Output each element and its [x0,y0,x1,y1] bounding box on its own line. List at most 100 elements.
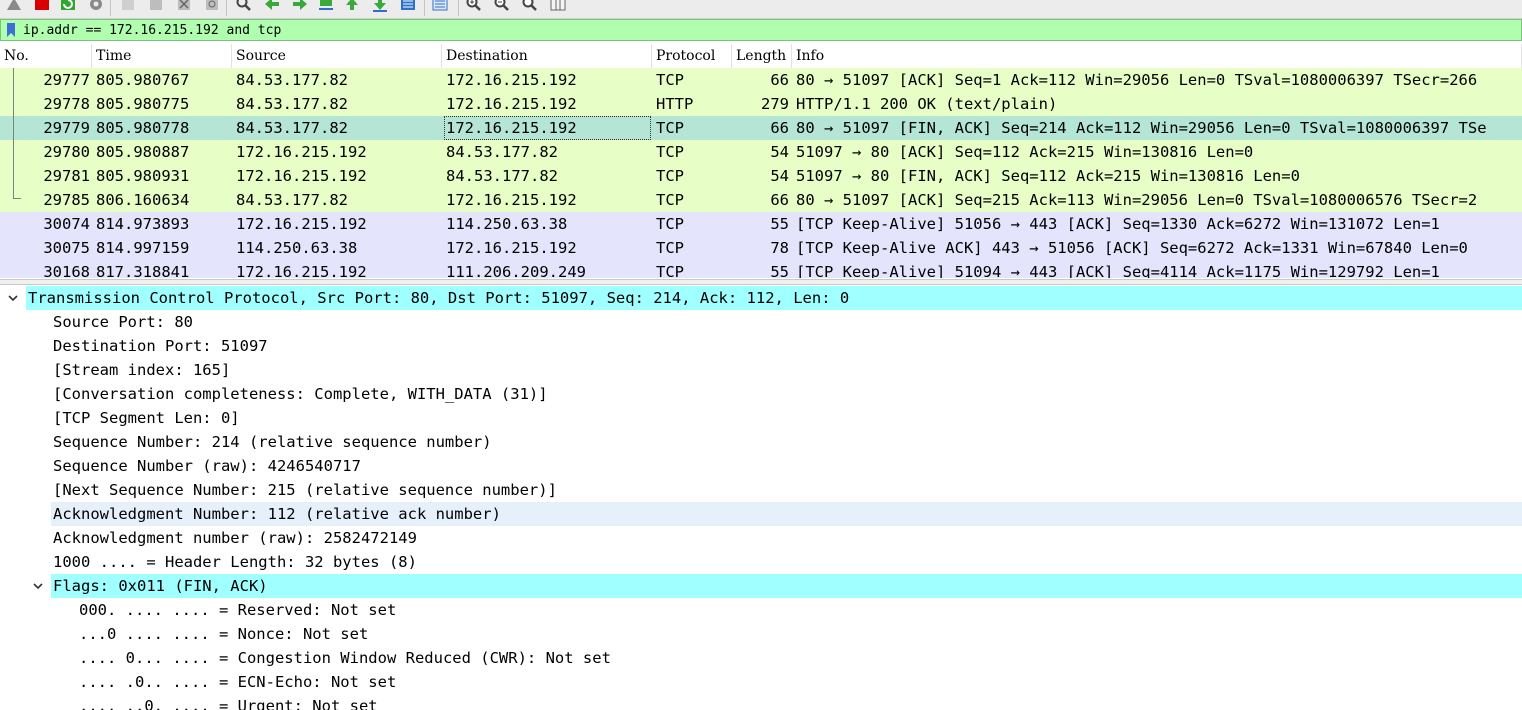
auto-scroll-icon[interactable] [398,0,418,14]
packet-length: 54 [770,143,789,161]
packet-length: 54 [770,167,789,185]
detail-field-text: [Stream index: 165] [53,361,231,379]
pane-splitter[interactable] [0,279,1522,285]
detail-field-text: Sequence Number: 214 (relative sequence … [53,433,492,451]
related-packets-bracket-end [13,198,21,199]
toolbar-separator [110,0,111,16]
detail-tree-field[interactable]: [Next Sequence Number: 215 (relative seq… [0,478,1522,502]
detail-tree-field[interactable]: Acknowledgment number (raw): 2582472149 [0,526,1522,550]
zoom-in-icon[interactable] [464,0,484,14]
packet-length: 78 [770,239,789,257]
detail-tree-field[interactable]: 000. .... .... = Reserved: Not set [0,598,1522,622]
packet-time: 805.980775 [96,95,190,113]
restart-capture-icon[interactable] [58,0,78,14]
detail-field-text: .... .0.. .... = ECN-Echo: Not set [79,673,397,691]
chevron-down-icon[interactable] [6,286,20,310]
column-header-length[interactable]: Length [732,44,792,68]
detail-tree-field[interactable]: Flags: 0x011 (FIN, ACK) [0,574,1522,598]
detail-tree-field[interactable]: ...0 .... .... = Nonce: Not set [0,622,1522,646]
column-header-destination[interactable]: Destination [442,44,652,68]
packet-info: 80 → 51097 [ACK] Seq=215 Ack=113 Win=290… [796,191,1478,209]
packet-info: [TCP Keep-Alive] 51056 → 443 [ACK] Seq=1… [796,215,1440,233]
packet-list: No. Time Source Destination Protocol Length In… [0,44,1522,278]
detail-tree-field[interactable]: [TCP Segment Len: 0] [0,406,1522,430]
display-filter-bar [0,19,1522,41]
detail-tree-field[interactable]: Sequence Number (raw): 4246540717 [0,454,1522,478]
packet-row[interactable]: 30075 814.997159 114.250.63.38 172.16.215.1… [0,236,1522,260]
packet-source: 84.53.177.82 [236,71,348,89]
packet-source: 172.16.215.192 [236,215,367,233]
zoom-normal-icon[interactable] [520,0,540,14]
packet-destination: 172.16.215.192 [446,71,577,89]
detail-tree-field[interactable]: Acknowledgment Number: 112 (relative ack… [0,502,1522,526]
packet-protocol: HTTP [656,95,694,113]
detail-tree-field[interactable]: Source Port: 80 [0,310,1522,334]
packet-row[interactable]: 29778 805.980775 84.53.177.82 172.16.215.19… [0,92,1522,116]
save-file-icon[interactable] [146,0,166,14]
capture-options-icon[interactable] [86,0,106,14]
detail-tree-field[interactable]: .... 0... .... = Congestion Window Reduc… [0,646,1522,670]
packet-row[interactable]: 29780 805.980887 172.16.215.192 84.53.177.8… [0,140,1522,164]
column-header-protocol[interactable]: Protocol [652,44,732,68]
packet-length: 55 [770,215,789,233]
go-to-packet-icon[interactable] [316,0,336,14]
zoom-out-icon[interactable] [492,0,512,14]
detail-tree-field[interactable]: Destination Port: 51097 [0,334,1522,358]
detail-tree-field[interactable]: [Stream index: 165] [0,358,1522,382]
detail-field-text: [TCP Segment Len: 0] [53,409,240,427]
detail-field-text: .... 0... .... = Congestion Window Reduc… [79,649,611,667]
related-packets-bracket [13,68,14,198]
filter-bookmark-icon[interactable] [4,22,18,38]
detail-field-text: 1000 .... = Header Length: 32 bytes (8) [53,553,417,571]
column-header-info[interactable]: Info [792,44,1522,68]
packet-length: 55 [770,263,789,278]
packet-row[interactable]: 30074 814.973893 172.16.215.192 114.250.63.… [0,212,1522,236]
colorize-icon[interactable] [430,0,450,14]
packet-row[interactable]: 29785 806.160634 84.53.177.82 172.16.215.19… [0,188,1522,212]
shark-fin-start-icon[interactable] [4,0,24,14]
detail-tree-field[interactable]: .... .0.. .... = ECN-Echo: Not set [0,670,1522,694]
go-last-packet-icon[interactable] [370,0,390,14]
packet-row[interactable]: 30168 817.318841 172.16.215.192 111.206.209… [0,260,1522,278]
packet-time: 814.973893 [96,215,190,233]
packet-source: 114.250.63.38 [236,239,358,257]
go-forward-icon[interactable] [290,0,310,14]
find-packet-icon[interactable] [234,0,254,14]
packet-protocol: TCP [656,215,684,233]
packet-source: 84.53.177.82 [236,119,348,137]
display-filter-input[interactable] [23,21,1521,39]
close-file-icon[interactable] [174,0,194,14]
packet-destination: 84.53.177.82 [446,143,558,161]
column-header-no[interactable]: No. [0,44,92,68]
reload-file-icon[interactable] [202,0,222,14]
packet-protocol: TCP [656,143,684,161]
packet-row[interactable]: 29781 805.980931 172.16.215.192 84.53.177.8… [0,164,1522,188]
column-header-time[interactable]: Time [92,44,232,68]
packet-number: 30075 [43,239,90,257]
detail-tree-field[interactable]: [Conversation completeness: Complete, WI… [0,382,1522,406]
detail-tree-field[interactable]: 1000 .... = Header Length: 32 bytes (8) [0,550,1522,574]
toolbar-separator [424,0,425,16]
packet-info: HTTP/1.1 200 OK (text/plain) [796,95,1058,113]
go-first-packet-icon[interactable] [342,0,362,14]
toolbar-separator [458,0,459,16]
detail-field-text: ...0 .... .... = Nonce: Not set [79,625,369,643]
packet-time: 805.980931 [96,167,190,185]
packet-info: 80 → 51097 [ACK] Seq=1 Ack=112 Win=29056… [796,71,1478,89]
detail-tree-protocol[interactable]: Transmission Control Protocol, Src Port:… [0,286,1522,310]
resize-columns-icon[interactable] [548,0,568,14]
go-back-icon[interactable] [262,0,282,14]
open-file-icon[interactable] [118,0,138,14]
detail-field-text: Destination Port: 51097 [53,337,268,355]
column-header-source[interactable]: Source [232,44,442,68]
packet-time: 805.980887 [96,143,190,161]
detail-field-text: [Next Sequence Number: 215 (relative seq… [53,481,557,499]
packet-row-selected[interactable]: 29779 805.980778 84.53.177.82 172.16.215.19… [0,116,1522,140]
chevron-down-icon[interactable] [31,574,45,598]
stop-capture-icon[interactable] [32,0,52,14]
detail-tree-field[interactable]: Sequence Number: 214 (relative sequence … [0,430,1522,454]
packet-info: 51097 → 80 [FIN, ACK] Seq=112 Ack=215 Wi… [796,167,1300,185]
detail-tree-field[interactable]: .... ..0. .... = Urgent: Not set [0,694,1522,710]
packet-row[interactable]: 29777 805.980767 84.53.177.82 172.16.215.19… [0,68,1522,92]
detail-field-text: 000. .... .... = Reserved: Not set [79,601,397,619]
